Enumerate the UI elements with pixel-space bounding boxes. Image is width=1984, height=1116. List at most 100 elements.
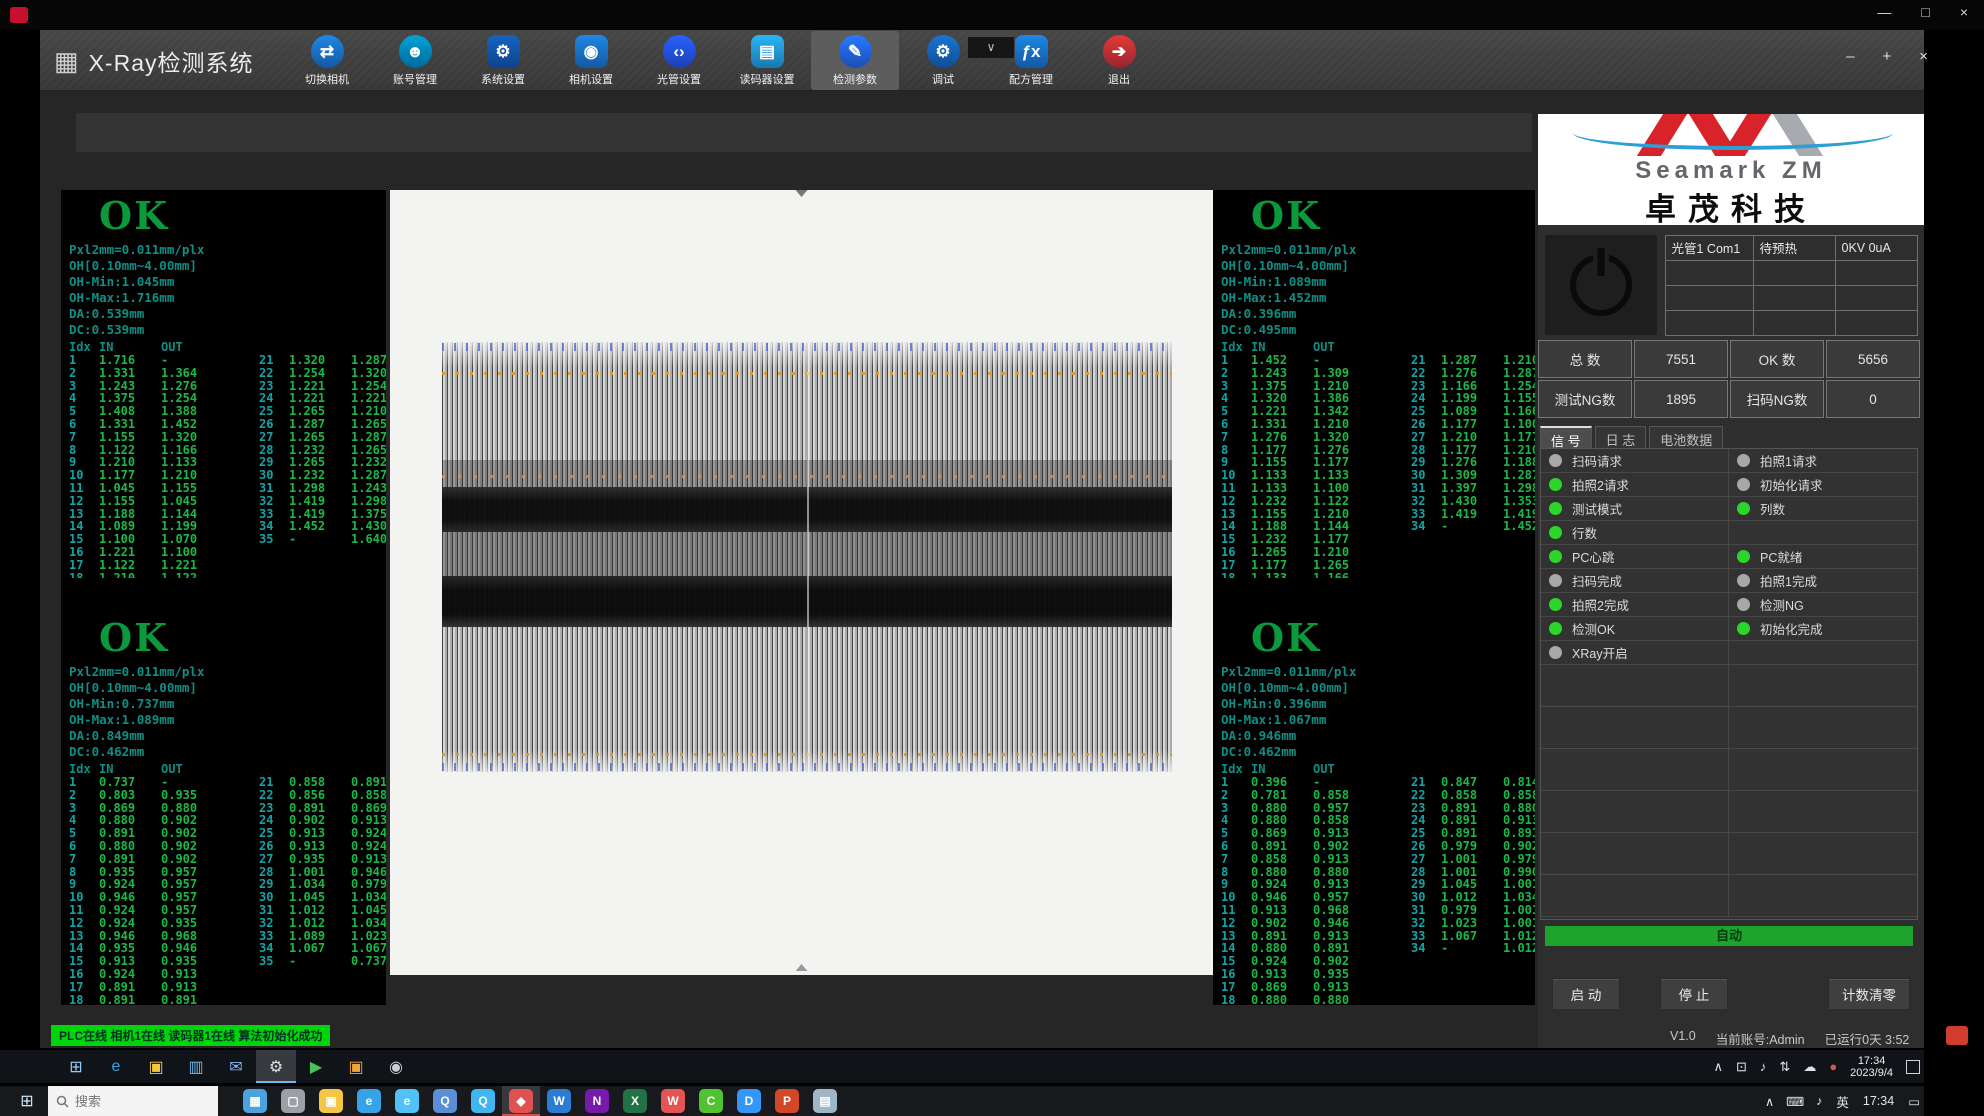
counter-value: 1895 [1634, 380, 1728, 418]
toolbar-button-inspection-params[interactable]: ✎检测参数 [811, 31, 899, 90]
ime-icon[interactable]: ⌨ [1786, 1094, 1804, 1109]
exit-icon: ➔ [1103, 35, 1136, 68]
measurement-info-line: OH-Min:0.396mm [1221, 696, 1535, 712]
table-row: 271.2101.177 [1411, 431, 1535, 444]
taskbar2-clock[interactable]: 17:34 [1863, 1094, 1894, 1108]
toolbar-button-barcode-reader-settings[interactable]: ▤读码器设置 [723, 31, 811, 90]
os-minimize-button[interactable]: — [1877, 4, 1891, 20]
pinned-qq-app[interactable]: Q [464, 1086, 502, 1116]
tube-status-table: 光管1 Com1 待预热 0KV 0uA [1665, 235, 1917, 335]
pinned-task-view[interactable]: ▢ [274, 1086, 312, 1116]
folder-orange-icon[interactable]: ▣ [336, 1050, 376, 1083]
os-close-button[interactable]: × [1960, 4, 1968, 20]
app-logo-icon: ▦ [54, 48, 79, 74]
signal-cell: 行数 [1541, 521, 1729, 544]
table-row: 110.9130.968 [1221, 904, 1369, 917]
measurement-info-line: DC:0.462mm [69, 744, 386, 760]
language-indicator[interactable]: 英 [1836, 1092, 1849, 1111]
right-panel-column: OKPxl2mm=0.011mm/plxOH[0.10mm~4.00mm]OH-… [1213, 190, 1535, 1005]
toolbar-button-switch-camera[interactable]: ⇄切换相机 [283, 31, 371, 90]
notification-center-icon[interactable] [1906, 1060, 1920, 1074]
os-maximize-button[interactable]: □ [1921, 4, 1929, 20]
toolbar-button-camera-settings[interactable]: ◉相机设置 [547, 31, 635, 90]
hidden-icons-chevron[interactable]: ∧ [1713, 1059, 1723, 1075]
media-player-icon[interactable]: ▶ [296, 1050, 336, 1083]
pinned-edge-app[interactable]: e [350, 1086, 388, 1116]
start-button-2[interactable]: ⊞ [8, 1086, 46, 1116]
pinned-window-app[interactable]: ▤ [806, 1086, 844, 1116]
settings-gear-icon[interactable]: ⚙ [256, 1050, 296, 1083]
pinned-word-app[interactable]: W [540, 1086, 578, 1116]
volume-icon[interactable]: ♪ [1760, 1059, 1767, 1075]
table-row: 261.2871.265 [259, 418, 386, 431]
toolbar-button-exit[interactable]: ➔退出 [1075, 31, 1163, 90]
app-maximize-button[interactable]: + [1882, 48, 1891, 65]
pinned-onenote-app[interactable]: N [578, 1086, 616, 1116]
pinned-ppt-app[interactable]: P [768, 1086, 806, 1116]
notification-icon-2[interactable]: ▭ [1908, 1094, 1920, 1109]
taskbar1-clock[interactable]: 17:34 2023/9/4 [1850, 1055, 1893, 1079]
signal-cell: PC心跳 [1541, 545, 1729, 568]
app-close-button[interactable]: × [1919, 48, 1928, 65]
toolbar-button-xray-tube-settings[interactable]: ‹›光管设置 [635, 31, 723, 90]
taskbar2-tray: ∧ ⌨ ♪ 英 17:34 ▭ [1765, 1086, 1920, 1116]
pinned-active-app[interactable]: ◆ [502, 1086, 540, 1116]
pinned-dingtalk-app[interactable]: D [730, 1086, 768, 1116]
signal-label: 拍照1请求 [1760, 451, 1817, 470]
toolbar-button-account-management[interactable]: ☻账号管理 [371, 31, 459, 90]
stop-button[interactable]: 停 止 [1660, 978, 1728, 1010]
start-icon[interactable]: ⊞ [56, 1050, 96, 1083]
pinned-photos-app[interactable]: ▦ [236, 1086, 274, 1116]
app-minimize-button[interactable]: – [1846, 48, 1854, 65]
taskbar-search[interactable] [48, 1086, 218, 1116]
toolbar-button-system-settings[interactable]: ⚙系统设置 [459, 31, 547, 90]
hidden-icons-chevron[interactable]: ∧ [1765, 1094, 1774, 1109]
taskbar1-tray: ∧ ⊡ ♪ ⇅ ☁ ● 17:34 2023/9/4 [1713, 1050, 1920, 1083]
onedrive-icon[interactable]: ☁ [1803, 1059, 1816, 1075]
table-row: 60.8910.902 [1221, 840, 1369, 853]
pinned-wechat-app[interactable]: C [692, 1086, 730, 1116]
alert-flag-icon [1946, 1026, 1968, 1045]
signal-label: 初始化完成 [1760, 619, 1823, 638]
signal-dot-off [1737, 454, 1750, 467]
word-app-icon: W [547, 1089, 571, 1113]
toolbar-button-label: 读码器设置 [740, 71, 795, 87]
measurement-info-line: Pxl2mm=0.011mm/plx [69, 664, 386, 680]
table-row: 70.8580.913 [1221, 853, 1369, 866]
table-row: 70.8910.902 [69, 853, 217, 866]
store-icon[interactable]: ▥ [176, 1050, 216, 1083]
mail-icon[interactable]: ✉ [216, 1050, 256, 1083]
measurement-info-line: DA:0.539mm [69, 306, 386, 322]
signal-label: 检测OK [1572, 619, 1615, 638]
toolbar-button-label: 账号管理 [393, 71, 437, 87]
measurement-info-line: DA:0.849mm [69, 728, 386, 744]
display-icon[interactable]: ⊡ [1736, 1059, 1747, 1075]
chevron-down-icon[interactable]: ∨ [968, 37, 1014, 58]
file-explorer-icon[interactable]: ▣ [136, 1050, 176, 1083]
search-icon [56, 1095, 69, 1108]
alert-red-icon[interactable]: ● [1829, 1059, 1837, 1075]
network-icon[interactable]: ⇅ [1779, 1059, 1790, 1075]
measurement-info-line: DA:0.396mm [1221, 306, 1535, 322]
tube-state: 待预热 [1753, 235, 1836, 261]
signal-label: PC就绪 [1760, 547, 1802, 566]
xray-power-button[interactable] [1545, 235, 1657, 335]
signal-dot-off [1549, 646, 1562, 659]
right-black-strip [1924, 30, 1984, 1116]
volume-muted-icon[interactable]: ♪ [1816, 1094, 1822, 1109]
sidebar: Seamark ZM 卓茂科技 光管1 Com1 待预热 0KV 0uA 总 数… [1538, 114, 1924, 1048]
table-row: 121.2321.122 [1221, 495, 1369, 508]
toolbar-button-label: 相机设置 [569, 71, 613, 87]
pinned-folder-app[interactable]: ▣ [312, 1086, 350, 1116]
pinned-excel-app[interactable]: X [616, 1086, 654, 1116]
count-clear-button[interactable]: 计数清零 [1828, 978, 1910, 1010]
capture-tool-icon[interactable]: ◉ [376, 1050, 416, 1083]
pinned-wps-app[interactable]: W [654, 1086, 692, 1116]
search-input[interactable] [75, 1094, 195, 1109]
edge-browser-icon[interactable]: e [96, 1050, 136, 1083]
signal-grid: 扫码请求拍照1请求拍照2请求初始化请求测试模式列数行数PC心跳PC就绪扫码完成拍… [1540, 448, 1918, 920]
pinned-search-app[interactable]: Q [426, 1086, 464, 1116]
signal-cell: 扫码完成 [1541, 569, 1729, 592]
start-button[interactable]: 启 动 [1552, 978, 1620, 1010]
pinned-browser-app[interactable]: e [388, 1086, 426, 1116]
